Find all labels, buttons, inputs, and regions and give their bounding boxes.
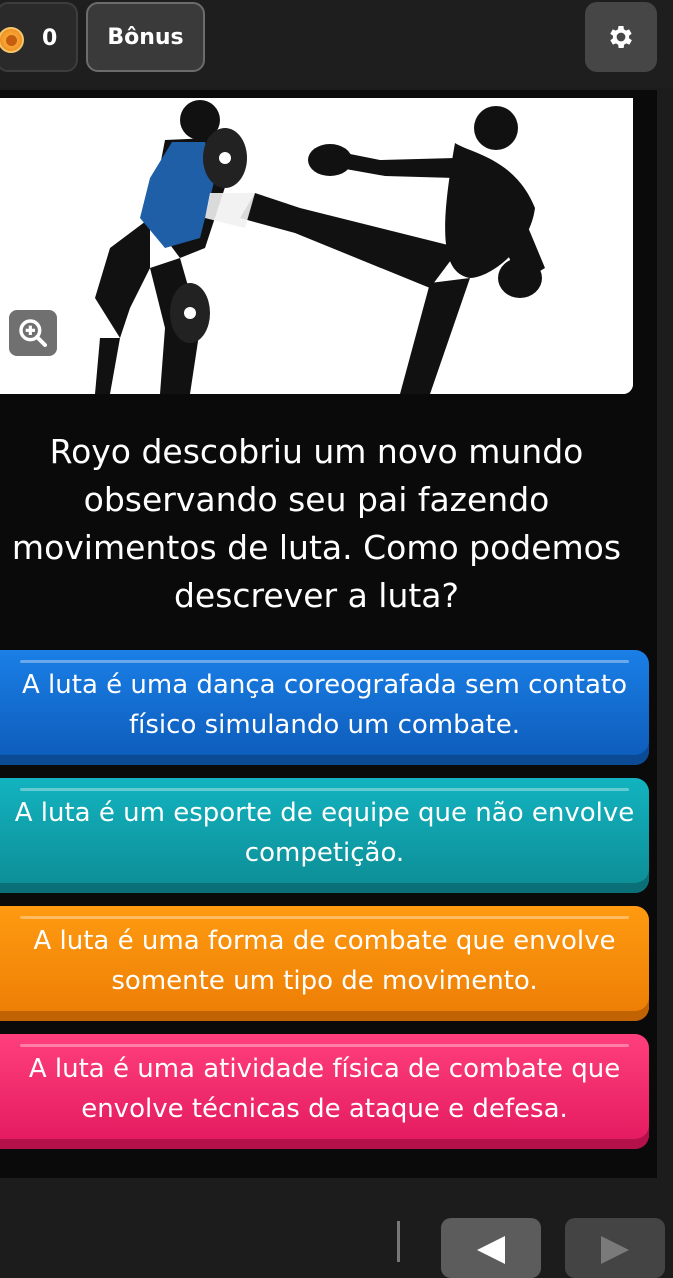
question-text: Royo descobriu um novo mundo observando …: [11, 432, 622, 615]
settings-button[interactable]: [585, 2, 657, 72]
zoom-image-button[interactable]: [9, 310, 57, 356]
top-bar: 0 Bônus: [0, 0, 673, 88]
answer-option-2-label: A luta é um esporte de equipe que não en…: [14, 797, 635, 868]
answer-option-2[interactable]: A luta é um esporte de equipe que não en…: [0, 778, 649, 893]
coin-icon: [0, 27, 24, 53]
answer-option-4-label: A luta é uma atividade física de combate…: [28, 1053, 621, 1124]
answer-option-1-label: A luta é uma dança coreografada sem cont…: [22, 669, 627, 740]
kickboxing-silhouette-image: [0, 98, 633, 394]
bonus-button[interactable]: Bônus: [86, 2, 205, 72]
nav-divider: [397, 1221, 400, 1262]
question-image: [0, 98, 633, 394]
next-button[interactable]: [565, 1218, 665, 1278]
arrow-left-icon: [477, 1236, 505, 1264]
answer-option-4[interactable]: A luta é uma atividade física de combate…: [0, 1034, 649, 1149]
gear-icon: [610, 26, 632, 48]
score-value: 0: [42, 26, 58, 51]
score-counter: 0: [0, 2, 78, 72]
answer-option-3-label: A luta é uma forma de combate que envolv…: [33, 925, 616, 996]
answer-option-3[interactable]: A luta é uma forma de combate que envolv…: [0, 906, 649, 1021]
previous-button[interactable]: [441, 1218, 541, 1278]
answer-option-1[interactable]: A luta é uma dança coreografada sem cont…: [0, 650, 649, 765]
arrow-right-icon: [601, 1236, 629, 1264]
zoom-in-icon: [19, 319, 47, 347]
